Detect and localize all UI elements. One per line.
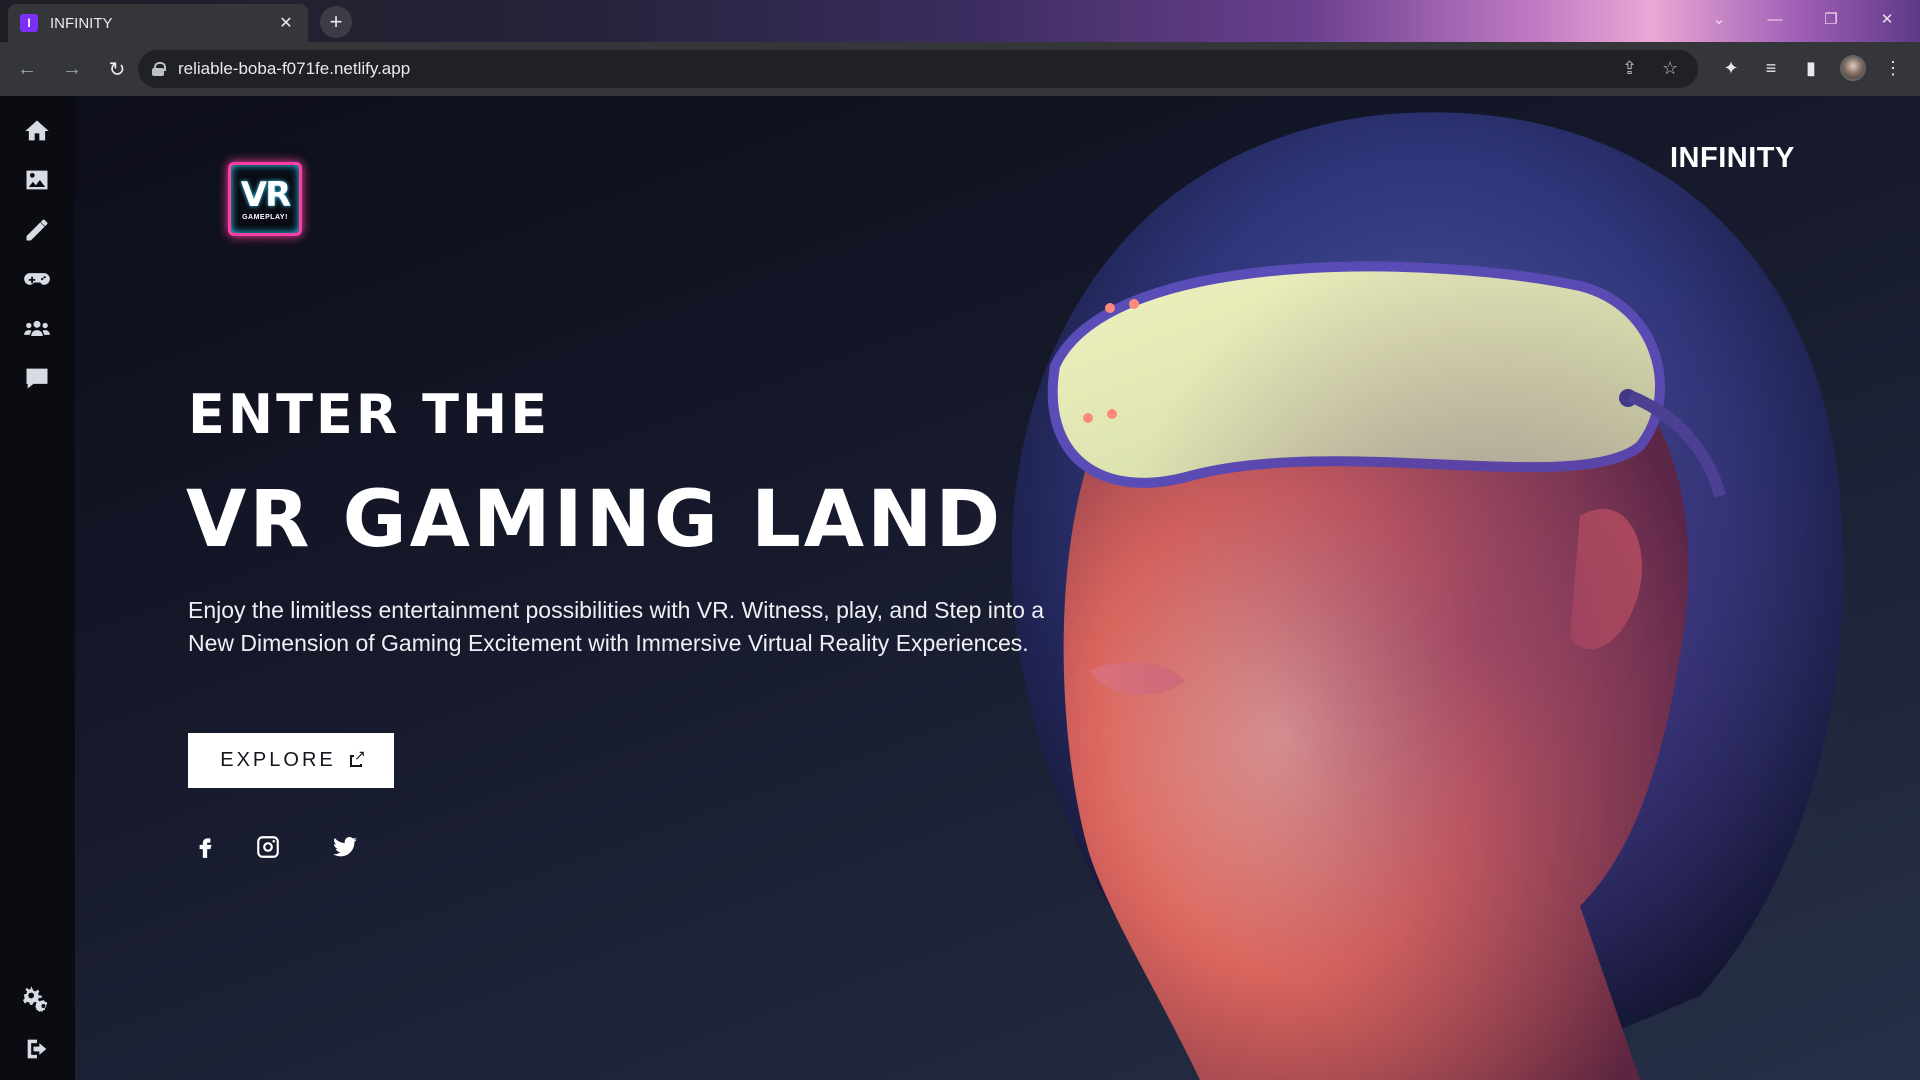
gamepad-icon	[24, 273, 50, 285]
external-link-icon	[349, 746, 366, 767]
home-icon	[25, 120, 49, 141]
browser-menu-icon[interactable]: ⋮	[1880, 55, 1906, 81]
address-bar[interactable]: reliable-boba-f071fe.netlify.app ⇪ ☆	[138, 50, 1698, 88]
lock-icon[interactable]	[152, 62, 166, 76]
pencil-icon	[26, 219, 48, 241]
side-panel-icon[interactable]: ▮	[1798, 55, 1824, 81]
gears-icon	[23, 986, 48, 1012]
sidebar-item-settings[interactable]	[20, 982, 54, 1016]
facebook-icon	[199, 838, 212, 858]
media-control-icon[interactable]: ≡	[1758, 55, 1784, 81]
sidebar-item-edit[interactable]	[20, 213, 54, 247]
share-icon[interactable]: ⇪	[1622, 58, 1637, 79]
url-text[interactable]: reliable-boba-f071fe.netlify.app	[178, 59, 410, 79]
extensions-icon[interactable]: ✦	[1718, 55, 1744, 81]
facebook-link[interactable]	[190, 832, 220, 862]
browser-toolbar: ← → ↻ reliable-boba-f071fe.netlify.app ⇪…	[0, 42, 1920, 96]
minimize-button[interactable]: —	[1752, 0, 1798, 38]
profile-avatar[interactable]	[1840, 55, 1866, 81]
close-window-button[interactable]: ✕	[1864, 0, 1910, 38]
brand-name[interactable]: INFINITY	[1670, 142, 1795, 175]
users-icon	[24, 320, 50, 336]
browser-tab[interactable]: I INFINITY ✕	[8, 4, 308, 42]
logout-icon	[27, 1039, 47, 1059]
new-tab-button[interactable]: +	[320, 6, 352, 38]
site-favicon-icon: I	[20, 14, 38, 32]
hero-heading-small: ENTER THE	[188, 383, 551, 446]
bookmark-star-icon[interactable]: ☆	[1662, 58, 1678, 79]
sidebar-item-home[interactable]	[20, 114, 54, 148]
restore-button[interactable]: ❐	[1808, 0, 1854, 38]
instagram-link[interactable]	[253, 832, 283, 862]
reload-button[interactable]: ↻	[99, 51, 135, 87]
hero-image	[940, 96, 1920, 1080]
image-icon	[26, 170, 48, 190]
twitter-icon	[333, 837, 357, 857]
forward-button[interactable]: →	[54, 51, 90, 87]
sidebar	[0, 96, 75, 1080]
logo-sub-text: GAMEPLAY!	[242, 213, 288, 221]
hero-description: Enjoy the limitless entertainment possib…	[188, 597, 1045, 656]
back-button[interactable]: ←	[9, 51, 45, 87]
explore-button[interactable]: EXPLORE	[188, 733, 394, 788]
instagram-icon	[257, 836, 279, 858]
hero-heading-big: VR GAMING LAND	[186, 475, 1004, 565]
explore-button-label: EXPLORE	[220, 749, 336, 771]
tab-title: INFINITY	[50, 14, 113, 32]
logo-main-text: VR	[240, 174, 291, 215]
sidebar-item-gallery[interactable]	[20, 163, 54, 197]
sidebar-item-games[interactable]	[20, 262, 54, 296]
chat-icon	[26, 368, 48, 389]
page-viewport: VR GAMEPLAY! INFINITY ENTER THE VR GAMIN…	[0, 96, 1920, 1080]
vr-gameplay-logo[interactable]: VR GAMEPLAY!	[228, 162, 302, 236]
sidebar-item-chat[interactable]	[20, 361, 54, 395]
sidebar-item-community[interactable]	[20, 312, 54, 346]
tab-search-icon[interactable]: ⌄	[1696, 0, 1742, 38]
sidebar-item-logout[interactable]	[20, 1032, 54, 1066]
twitter-link[interactable]	[330, 832, 360, 862]
browser-tab-strip: I INFINITY ✕ + ⌄ — ❐ ✕	[0, 0, 1920, 42]
tab-close-icon[interactable]: ✕	[276, 13, 296, 33]
